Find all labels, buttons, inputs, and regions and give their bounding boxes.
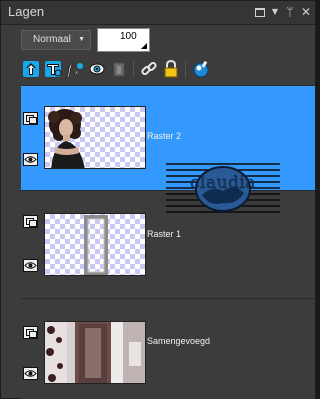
new-vector-layer-icon[interactable] xyxy=(43,58,63,80)
new-raster-layer-icon[interactable] xyxy=(21,58,41,80)
layer-name: Raster 2 xyxy=(147,131,182,141)
toolbar-separator xyxy=(133,61,134,77)
visibility-eye-icon[interactable] xyxy=(23,259,38,272)
layer-row-icons xyxy=(21,299,41,399)
layer-group-icon[interactable] xyxy=(23,215,38,228)
menu-arrow-icon[interactable]: ▼ xyxy=(267,4,283,20)
toolbar-separator xyxy=(185,61,186,77)
lock-icon[interactable] xyxy=(161,58,181,80)
watermark-text: claudia xyxy=(190,173,256,193)
visibility-eye-icon[interactable] xyxy=(23,153,38,166)
panel-title-bar[interactable]: Lagen ▼ ᛘ ✕ xyxy=(1,1,315,25)
layer-row-icons xyxy=(21,86,41,190)
delete-layer-icon[interactable] xyxy=(109,58,129,80)
maximize-icon[interactable] xyxy=(252,4,268,20)
layer-row-samengevoegd[interactable]: Samengevoegd xyxy=(21,299,315,399)
close-icon[interactable]: ✕ xyxy=(298,4,314,20)
new-adjustment-layer-icon[interactable]: f x xyxy=(65,58,85,80)
layer-name: Samengevoegd xyxy=(147,336,211,346)
opacity-input[interactable]: 100 xyxy=(97,28,150,52)
properties-icon[interactable] xyxy=(191,58,211,80)
opacity-slider-handle[interactable] xyxy=(141,43,147,49)
chevron-down-icon: ▼ xyxy=(78,36,85,43)
layer-name: Raster 1 xyxy=(147,229,182,239)
pin-icon[interactable]: ᛘ xyxy=(282,4,298,20)
layer-list: Raster 2 Raster 1 Samengevoegd xyxy=(21,85,315,399)
panel-title: Lagen xyxy=(8,4,45,19)
opacity-value: 100 xyxy=(120,31,137,42)
layer-row-icons xyxy=(21,191,41,298)
layer-thumbnail-merged xyxy=(44,321,146,384)
link-icon[interactable] xyxy=(139,58,159,80)
svg-text:x: x xyxy=(74,68,80,78)
visibility-eye-icon[interactable] xyxy=(23,367,38,380)
blend-mode-dropdown[interactable]: Normaal ▼ xyxy=(21,30,91,50)
layer-group-icon[interactable] xyxy=(23,112,38,125)
layers-panel: Lagen ▼ ᛘ ✕ Normaal ▼ 100 f x Raster 2 R… xyxy=(0,0,316,399)
watermark-logo: claudia xyxy=(166,161,280,216)
layer-toolbar: f x xyxy=(21,58,251,80)
layer-thumbnail-frame xyxy=(44,213,146,276)
layer-thumbnail-portrait xyxy=(44,106,146,169)
layer-group-icon[interactable] xyxy=(23,326,38,339)
new-mask-icon[interactable] xyxy=(87,58,107,80)
blend-mode-value: Normaal xyxy=(33,34,71,45)
